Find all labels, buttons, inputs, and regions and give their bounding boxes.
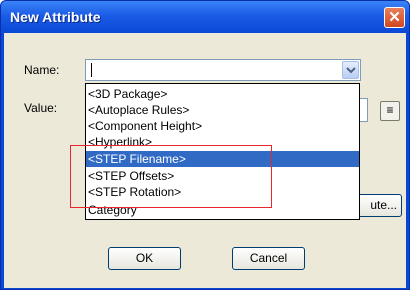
cancel-button[interactable]: Cancel [232,247,305,270]
ok-button[interactable]: OK [108,247,181,270]
text-caret [91,63,92,77]
highlight-annotation-box [70,145,272,208]
dropdown-item[interactable]: <Component Height> [86,118,359,134]
name-combobox[interactable] [85,59,361,81]
name-label: Name: [24,63,60,77]
title-bar[interactable]: New Attribute ✕ [1,1,409,33]
close-icon: ✕ [388,9,401,26]
dialog-title: New Attribute [10,9,101,25]
close-button[interactable]: ✕ [384,7,405,28]
dropdown-item[interactable]: <3D Package> [86,86,359,102]
value-label: Value: [24,101,58,115]
value-editor-button[interactable]: ≡ [380,101,400,121]
list-edit-icon: ≡ [386,103,394,117]
dropdown-item[interactable]: <Autoplace Rules> [86,102,359,118]
cancel-button-label: Cancel [249,251,288,265]
name-dropdown-button[interactable] [342,61,359,79]
attribute-action-button-label: ute... [370,198,397,212]
chevron-down-icon [346,67,356,74]
ok-button-label: OK [135,251,154,265]
